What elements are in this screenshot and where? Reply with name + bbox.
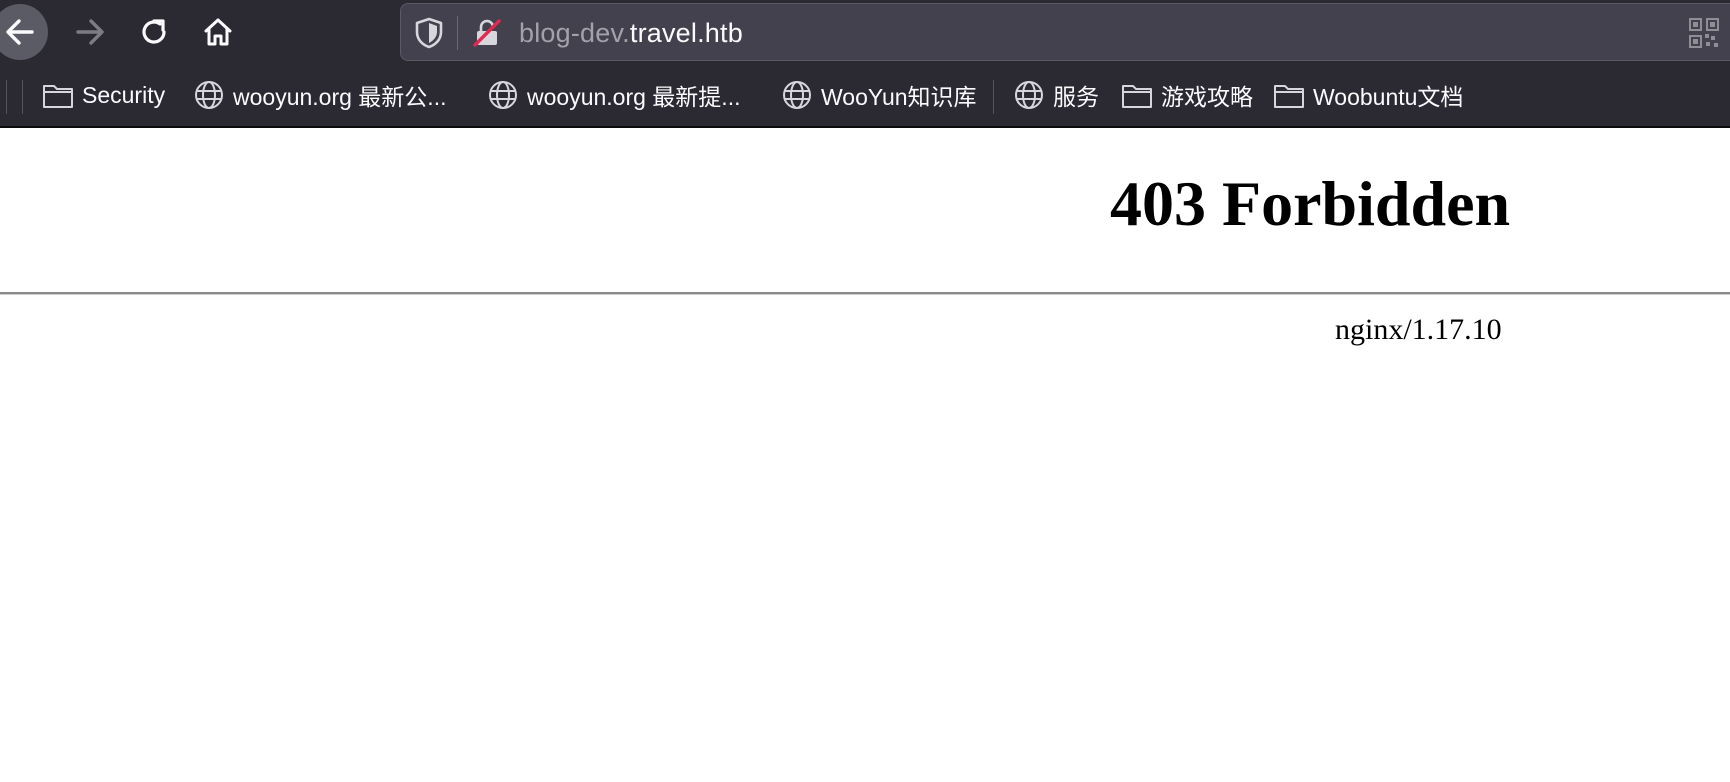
bookmark-services[interactable]: 服务 (1013, 76, 1099, 114)
bookmark-label: WooYun知识库 (821, 84, 977, 110)
bookmark-folder-woobuntu-docs[interactable]: Woobuntu文档 (1273, 76, 1463, 114)
folder-icon (43, 85, 73, 108)
globe-icon (783, 81, 811, 109)
bookmarks-separator (993, 80, 994, 114)
reload-icon (142, 19, 166, 44)
globe-icon (489, 81, 517, 109)
bookmark-label: wooyun.org 最新提... (527, 84, 741, 110)
address-bar[interactable]: blog-dev.travel.htb (400, 3, 1730, 61)
bookmark-wooyun-public[interactable]: wooyun.org 最新公... (193, 76, 446, 114)
bookmark-folder-game-guides[interactable]: 游戏攻略 (1121, 76, 1253, 114)
tracking-protection-shield-icon[interactable] (413, 16, 445, 50)
url-subdomain: blog-dev. (519, 18, 630, 48)
error-title: 403 Forbidden (1110, 168, 1511, 239)
qr-code-icon[interactable] (1689, 18, 1719, 48)
url-text[interactable]: blog-dev.travel.htb (519, 18, 743, 48)
forward-arrow-icon (76, 19, 104, 45)
bookmarks-separator (22, 80, 23, 114)
bookmarks-separator (6, 80, 7, 114)
reload-button[interactable] (126, 4, 182, 60)
bookmark-label: 服务 (1053, 84, 1099, 110)
bookmark-label: Security (82, 81, 166, 108)
address-bar-separator (457, 16, 458, 50)
server-signature: nginx/1.17.10 (1335, 313, 1502, 346)
insecure-lock-icon[interactable] (471, 17, 503, 49)
bookmark-wooyun-submit[interactable]: wooyun.org 最新提... (487, 76, 740, 114)
bookmark-label: 游戏攻略 (1161, 84, 1253, 110)
home-icon (204, 18, 232, 46)
bookmarks-toolbar: Security wooyun.org 最新公... wooyun.org 最新… (0, 64, 1730, 128)
horizontal-rule (0, 292, 1730, 295)
bookmark-folder-security[interactable]: Security (42, 76, 165, 114)
url-host: travel.htb (629, 18, 743, 48)
globe-icon (195, 81, 223, 109)
back-arrow-icon (6, 19, 34, 45)
folder-icon (1274, 85, 1304, 108)
bookmark-label: Woobuntu文档 (1313, 84, 1464, 110)
navigation-toolbar: blog-dev.travel.htb (0, 0, 1730, 64)
home-button[interactable] (190, 4, 246, 60)
forward-button[interactable] (62, 4, 118, 60)
bookmark-label: wooyun.org 最新公... (233, 84, 447, 110)
folder-icon (1122, 85, 1152, 108)
globe-icon (1015, 81, 1043, 109)
bookmark-wooyun-knowledge[interactable]: WooYun知识库 (781, 76, 977, 114)
back-button[interactable] (0, 4, 48, 60)
